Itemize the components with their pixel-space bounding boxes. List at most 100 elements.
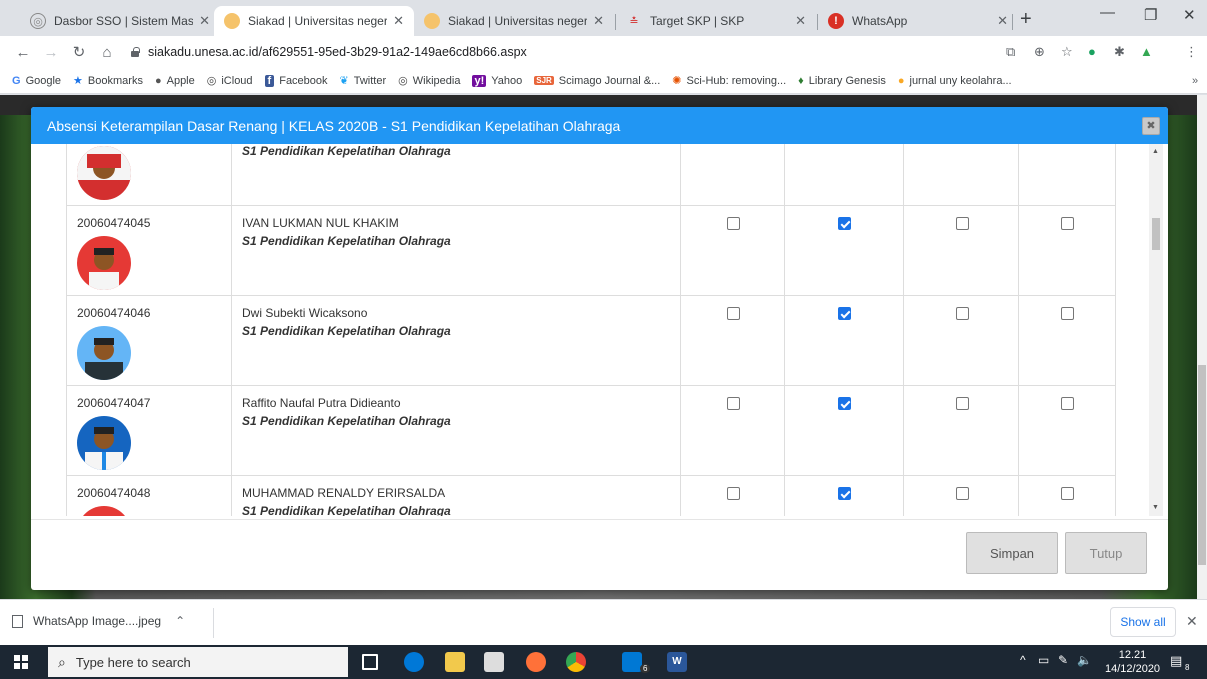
- bookmark-twitter[interactable]: ❦ Twitter: [340, 74, 387, 88]
- bookmark-folder-bookmarks[interactable]: ★ Bookmarks: [73, 74, 143, 88]
- attendance-checkbox[interactable]: [1061, 307, 1074, 320]
- notification-icon[interactable]: ▤: [1170, 653, 1182, 669]
- check-cell: [1019, 296, 1116, 386]
- modal-close-icon[interactable]: ✖: [1142, 117, 1160, 135]
- attendance-checkbox[interactable]: [838, 217, 851, 230]
- page-scrollbar[interactable]: [1197, 95, 1207, 599]
- bookmark-icloud[interactable]: ◎ iCloud: [207, 74, 253, 88]
- apple-icon: ●: [154, 74, 162, 87]
- translate-icon[interactable]: ⧉: [1006, 44, 1015, 60]
- extensions-icon[interactable]: ✱: [1114, 44, 1125, 60]
- browser-tab[interactable]: Siakad | Universitas negeri Sura ✕: [414, 6, 614, 36]
- attendance-checkbox[interactable]: [956, 487, 969, 500]
- bookmark-libgen[interactable]: ♦ Library Genesis: [798, 75, 886, 87]
- check-cell: [785, 476, 904, 516]
- bookmark-star-icon[interactable]: ☆: [1061, 44, 1073, 60]
- menu-icon[interactable]: ⋮: [1185, 44, 1198, 60]
- bookmark-scihub[interactable]: ✺ Sci-Hub: removing...: [672, 74, 786, 88]
- browser-tab[interactable]: ◎ Dasbor SSO | Sistem Masuk Tu ✕: [20, 6, 220, 36]
- attendance-checkbox[interactable]: [1061, 397, 1074, 410]
- attendance-checkbox[interactable]: [956, 307, 969, 320]
- forward-icon[interactable]: →: [40, 44, 62, 61]
- table-row: 20060474047 Raffito Naufal Putra Didiean…: [66, 386, 1116, 476]
- attendance-checkbox[interactable]: [727, 487, 740, 500]
- check-cell: [681, 296, 785, 386]
- attendance-checkbox[interactable]: [956, 217, 969, 230]
- volume-icon[interactable]: 🔈: [1077, 653, 1092, 667]
- check-cell: [681, 476, 785, 516]
- store-icon[interactable]: [484, 652, 504, 672]
- close-tab-icon[interactable]: ✕: [795, 13, 806, 29]
- new-tab-button[interactable]: +: [1020, 9, 1032, 29]
- close-tab-icon[interactable]: ✕: [997, 13, 1008, 29]
- close-window-icon[interactable]: ✕: [1183, 6, 1196, 24]
- close-download-bar-icon[interactable]: ✕: [1186, 613, 1198, 630]
- check-cell: [681, 144, 785, 206]
- taskbar-search-input[interactable]: ⌕ Type here to search: [48, 647, 348, 677]
- minimize-icon[interactable]: —: [1100, 4, 1115, 21]
- home-icon[interactable]: ⌂: [96, 44, 118, 61]
- lock-icon[interactable]: [130, 47, 140, 57]
- page-scrollbar-thumb[interactable]: [1198, 365, 1206, 565]
- windows-start-icon[interactable]: [14, 655, 28, 669]
- attendance-checkbox[interactable]: [727, 307, 740, 320]
- check-cell: [785, 386, 904, 476]
- table-scrollbar[interactable]: ▲ ▼: [1149, 144, 1163, 516]
- bookmark-wikipedia[interactable]: ◎ Wikipedia: [398, 74, 461, 88]
- network-icon[interactable]: ▭: [1038, 653, 1049, 667]
- bookmarks-overflow-button[interactable]: »: [1192, 75, 1198, 87]
- close-button[interactable]: Tutup: [1065, 532, 1147, 574]
- browser-tab[interactable]: ! WhatsApp ✕: [818, 6, 1018, 36]
- attendance-checkbox[interactable]: [838, 307, 851, 320]
- attendance-checkbox[interactable]: [1061, 217, 1074, 230]
- task-view-icon[interactable]: [362, 654, 378, 670]
- edge-icon[interactable]: [404, 652, 424, 672]
- table-row: 20060474046 Dwi Subekti Wicaksono S1 Pen…: [66, 296, 1116, 386]
- attendance-checkbox[interactable]: [838, 397, 851, 410]
- scroll-up-icon[interactable]: ▲: [1152, 148, 1159, 155]
- browser-tab[interactable]: ≛ Target SKP | SKP ✕: [616, 6, 816, 36]
- attendance-checkbox[interactable]: [838, 487, 851, 500]
- modal-header: Absensi Keterampilan Dasar Renang | KELA…: [31, 107, 1168, 144]
- download-item[interactable]: WhatsApp Image....jpeg ⌃: [12, 614, 185, 628]
- chrome-icon[interactable]: [566, 652, 586, 672]
- restore-icon[interactable]: ❐: [1144, 6, 1157, 24]
- bookmark-yahoo[interactable]: y! Yahoo: [472, 74, 522, 87]
- nim-cell: 20060474045: [67, 206, 232, 296]
- check-cell: [1019, 206, 1116, 296]
- attendance-checkbox[interactable]: [956, 397, 969, 410]
- bookmark-jurnal-uny[interactable]: ● jurnal uny keolahra...: [898, 75, 1012, 87]
- bookmark-facebook[interactable]: f Facebook: [264, 74, 328, 87]
- close-tab-icon[interactable]: ✕: [593, 13, 604, 29]
- address-bar[interactable]: siakadu.unesa.ac.id/af629551-95ed-3b29-9…: [130, 40, 1010, 64]
- drive-icon[interactable]: ▲: [1140, 44, 1153, 59]
- close-tab-icon[interactable]: ✕: [199, 13, 210, 29]
- browser-tab-active[interactable]: Siakad | Universitas negeri Sura ✕: [214, 6, 414, 36]
- attendance-checkbox[interactable]: [727, 397, 740, 410]
- scroll-down-icon[interactable]: ▼: [1152, 504, 1159, 511]
- chevron-up-icon[interactable]: ⌃: [175, 614, 185, 628]
- bookmark-apple[interactable]: ● Apple: [155, 75, 195, 87]
- zoom-icon[interactable]: ⊕: [1034, 44, 1045, 60]
- file-explorer-icon[interactable]: [445, 652, 465, 672]
- pen-icon[interactable]: ✎: [1058, 653, 1068, 667]
- attendance-checkbox[interactable]: [1061, 487, 1074, 500]
- save-button[interactable]: Simpan: [966, 532, 1058, 574]
- reload-icon[interactable]: ↻: [68, 43, 90, 61]
- firefox-icon[interactable]: [526, 652, 546, 672]
- back-icon[interactable]: ←: [12, 44, 34, 61]
- show-hidden-icons-icon[interactable]: ^: [1020, 653, 1026, 667]
- grammarly-icon[interactable]: ●: [1088, 44, 1096, 59]
- system-clock[interactable]: 12.21 14/12/2020: [1105, 648, 1160, 676]
- word-icon[interactable]: W: [667, 652, 687, 672]
- attendance-checkbox[interactable]: [727, 217, 740, 230]
- mail-icon[interactable]: [622, 652, 642, 672]
- bookmark-scimago[interactable]: SJR Scimago Journal &...: [534, 75, 660, 87]
- show-all-button[interactable]: Show all: [1110, 607, 1176, 637]
- bookmark-label: iCloud: [221, 74, 253, 87]
- taskbar: ⌕ Type here to search 6 W ^ ▭ ✎ 🔈 12.21 …: [0, 645, 1207, 679]
- close-tab-icon[interactable]: ✕: [393, 13, 404, 29]
- table-scrollbar-thumb[interactable]: [1152, 218, 1160, 250]
- bookmark-google[interactable]: G Google: [12, 75, 61, 87]
- bookmark-label: Wikipedia: [412, 74, 461, 87]
